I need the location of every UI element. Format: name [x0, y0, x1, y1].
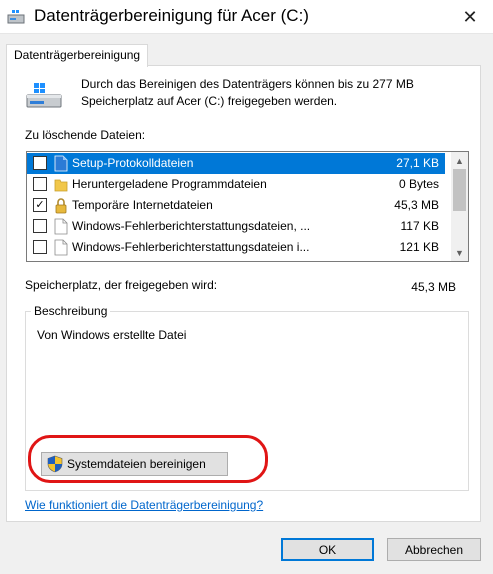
- scroll-up-arrow-icon[interactable]: ▲: [451, 152, 468, 169]
- file-size: 45,3 MB: [394, 198, 439, 212]
- file-name: Heruntergeladene Programmdateien: [72, 177, 267, 191]
- file-size: 0 Bytes: [398, 177, 439, 191]
- cancel-button[interactable]: Abbrechen: [387, 538, 481, 561]
- tab-panel: Durch das Bereinigen des Datenträgers kö…: [6, 65, 481, 522]
- checkbox[interactable]: [33, 240, 47, 254]
- list-item[interactable]: ✓ Temporäre Internetdateien 45,3 MB: [27, 195, 445, 216]
- tab-datentraegerbereinigung[interactable]: Datenträgerbereinigung: [6, 44, 149, 67]
- file-name: Temporäre Internetdateien: [72, 198, 213, 212]
- space-freed-value: 45,3 MB: [411, 280, 456, 294]
- file-size: 121 KB: [399, 240, 439, 254]
- file-name: Windows-Fehlerberichterstattungsdateien …: [72, 240, 310, 254]
- document-icon: [54, 239, 68, 256]
- checkbox[interactable]: [33, 177, 47, 191]
- intro-text: Durch das Bereinigen des Datenträgers kö…: [81, 77, 414, 108]
- description-legend: Beschreibung: [31, 304, 111, 318]
- title-bar: Datenträgerbereinigung für Acer (C:) ✕: [0, 0, 493, 34]
- file-name: Windows-Fehlerberichterstattungsdateien,…: [72, 219, 311, 233]
- close-button[interactable]: ✕: [447, 0, 493, 34]
- file-size: 117 KB: [400, 219, 439, 233]
- files-list[interactable]: Setup-Protokolldateien 27,1 KB Herunterg…: [26, 151, 469, 262]
- space-freed-label: Speicherplatz, der freigegeben wird:: [25, 278, 218, 292]
- list-item[interactable]: Heruntergeladene Programmdateien 0 Bytes: [27, 174, 445, 195]
- tab-strip: Datenträgerbereinigung: [0, 34, 493, 67]
- lock-icon: [55, 198, 67, 214]
- document-icon: [54, 218, 68, 235]
- help-link[interactable]: Wie funktioniert die Datenträgerbereinig…: [25, 498, 263, 512]
- checkbox[interactable]: [33, 156, 47, 170]
- window-title: Datenträgerbereinigung für Acer (C:): [34, 6, 309, 25]
- checkbox[interactable]: [33, 219, 47, 233]
- clean-system-files-label: Systemdateien bereinigen: [67, 457, 206, 471]
- ok-button[interactable]: OK: [281, 538, 374, 561]
- list-item[interactable]: Windows-Fehlerberichterstattungsdateien …: [27, 237, 445, 258]
- disk-cleanup-icon: [7, 10, 25, 24]
- file-name: Setup-Protokolldateien: [72, 156, 194, 170]
- list-item[interactable]: Setup-Protokolldateien 27,1 KB: [27, 153, 445, 174]
- file-icon: [54, 155, 68, 172]
- file-size: 27,1 KB: [396, 156, 439, 170]
- clean-system-files-button[interactable]: Systemdateien bereinigen: [41, 452, 228, 476]
- close-icon: ✕: [462, 6, 478, 27]
- list-item[interactable]: Windows-Fehlerberichterstattungsdateien,…: [27, 216, 445, 237]
- folder-icon: [54, 179, 68, 192]
- uac-shield-icon: [47, 455, 63, 473]
- description-text: Von Windows erstellte Datei: [37, 328, 187, 342]
- files-to-delete-label: Zu löschende Dateien:: [25, 128, 146, 142]
- scroll-down-arrow-icon[interactable]: ▼: [451, 244, 468, 261]
- vertical-scrollbar[interactable]: ▲ ▼: [451, 152, 468, 261]
- checkbox-checked[interactable]: ✓: [33, 198, 47, 212]
- drive-cleanup-icon: [26, 83, 62, 108]
- scroll-thumb[interactable]: [453, 169, 466, 211]
